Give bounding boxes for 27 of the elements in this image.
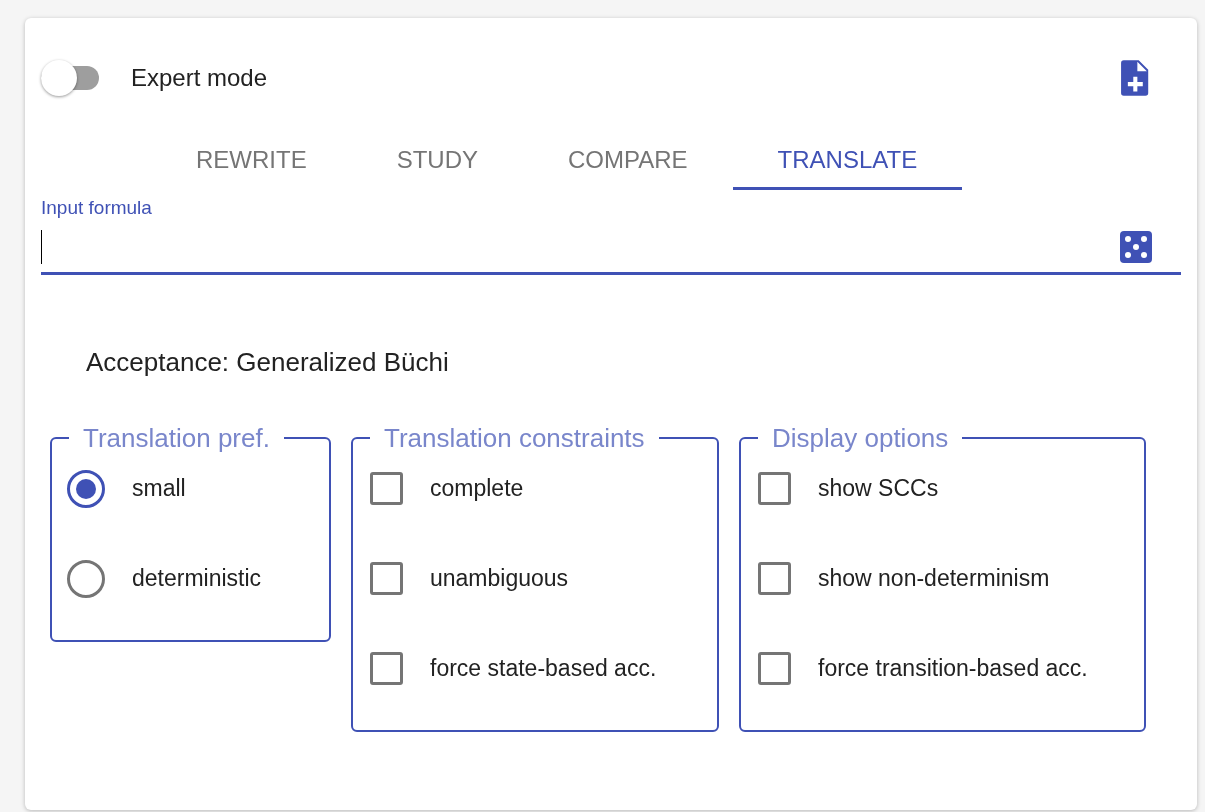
group-title: Translation constraints <box>383 421 646 455</box>
option-label: force transition-based acc. <box>818 654 1088 684</box>
tab[interactable]: TRANSLATE <box>732 132 963 190</box>
option-label: small <box>132 474 186 504</box>
dice-icon[interactable] <box>1119 230 1153 264</box>
option-label: unambiguous <box>430 564 569 594</box>
acceptance-text: Acceptance: Generalized Büchi <box>86 345 450 379</box>
checkbox[interactable] <box>758 472 791 505</box>
checkbox[interactable] <box>370 652 403 685</box>
input-label: Input formula <box>41 196 153 220</box>
tab[interactable]: REWRITE <box>151 132 352 190</box>
checkbox[interactable] <box>758 562 791 595</box>
group-title: Display options <box>771 421 950 455</box>
checkbox[interactable] <box>370 562 403 595</box>
option-label: show SCCs <box>818 474 939 504</box>
option-label: complete <box>430 474 524 504</box>
option-label: show non-determinism <box>818 564 1050 594</box>
tab[interactable]: STUDY <box>351 132 523 190</box>
option-label: force state-based acc. <box>430 654 657 684</box>
checkbox[interactable] <box>370 472 403 505</box>
checkbox[interactable] <box>758 652 791 685</box>
tab[interactable]: COMPARE <box>523 132 733 190</box>
group-title: Translation pref. <box>82 421 271 455</box>
radio-button[interactable] <box>67 469 105 508</box>
expert-mode-label: Expert mode <box>131 63 268 93</box>
option-label: deterministic <box>132 564 262 594</box>
radio-button[interactable] <box>67 559 105 598</box>
